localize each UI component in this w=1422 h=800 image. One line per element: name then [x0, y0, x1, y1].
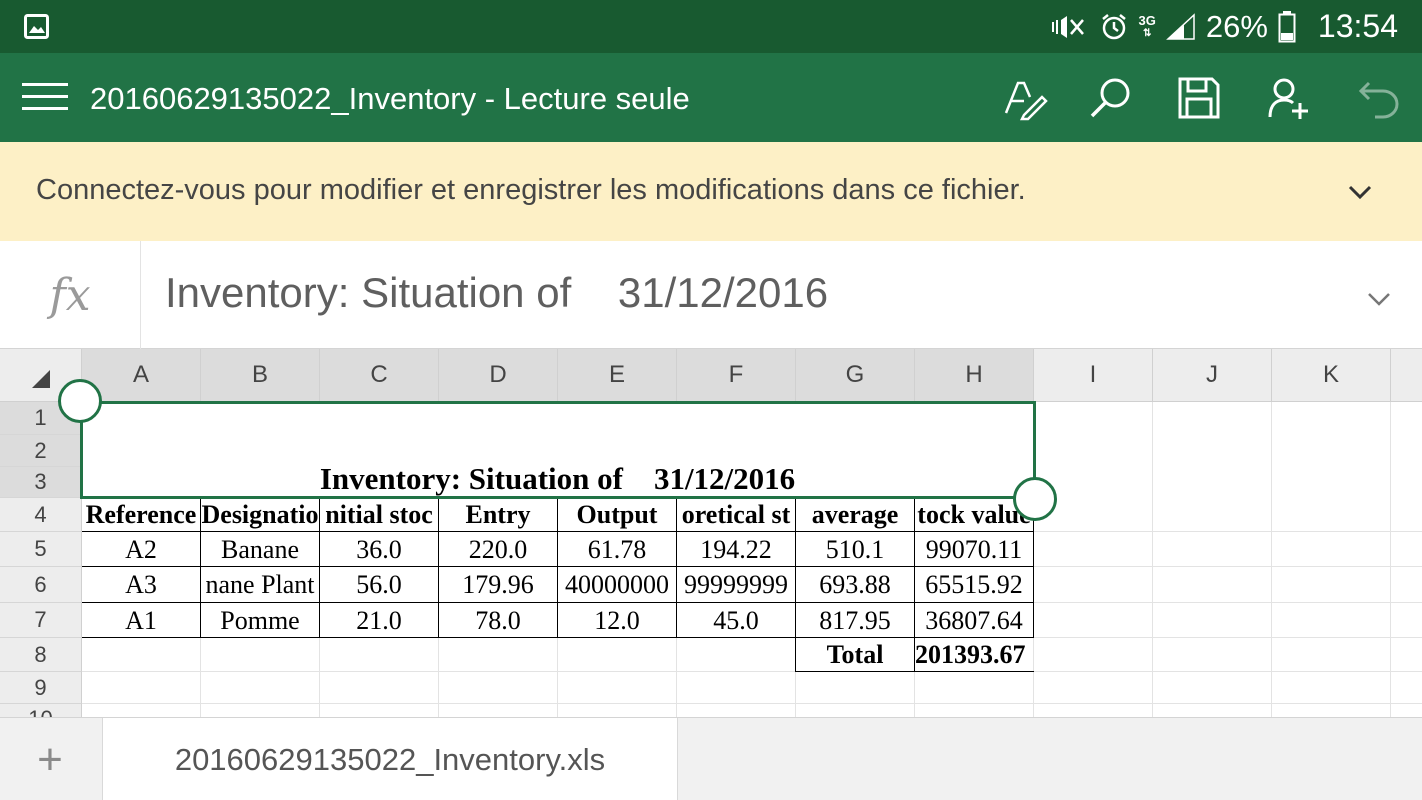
column-header[interactable]: G: [796, 349, 915, 402]
cell[interactable]: 179.96: [439, 567, 557, 603]
app-bar: 20160629135022_Inventory - Lecture seule: [0, 53, 1422, 142]
sheet-tab-active[interactable]: 20160629135022_Inventory.xls: [102, 718, 678, 800]
column-header[interactable]: H: [915, 349, 1034, 402]
formula-input[interactable]: Inventory: Situation of 31/12/2016: [165, 269, 828, 317]
cell[interactable]: 99070.11: [915, 532, 1033, 567]
cell[interactable]: A3: [82, 567, 200, 603]
undo-icon[interactable]: [1355, 75, 1401, 121]
edit-pen-icon[interactable]: [1002, 75, 1048, 121]
cell[interactable]: Banane: [201, 532, 319, 567]
search-icon[interactable]: [1088, 75, 1134, 121]
cell[interactable]: 45.0: [677, 603, 795, 638]
row-header[interactable]: 10: [0, 704, 82, 717]
column-header[interactable]: J: [1153, 349, 1272, 402]
cell[interactable]: nane Plant: [201, 567, 319, 603]
row-header[interactable]: 6: [0, 567, 82, 603]
row-header[interactable]: 9: [0, 672, 82, 704]
column-header[interactable]: E: [558, 349, 677, 402]
cell[interactable]: 12.0: [558, 603, 676, 638]
share-person-icon[interactable]: [1266, 75, 1312, 121]
cell[interactable]: A1: [82, 603, 200, 638]
mute-icon: [1049, 12, 1089, 42]
column-header[interactable]: K: [1272, 349, 1391, 402]
row-header[interactable]: 8: [0, 638, 82, 672]
cell[interactable]: 817.95: [796, 603, 914, 638]
cell[interactable]: 99999999: [677, 567, 795, 603]
gridline: [1152, 402, 1153, 717]
cell[interactable]: Pomme: [201, 603, 319, 638]
row-header[interactable]: 7: [0, 603, 82, 638]
cell[interactable]: 21.0: [320, 603, 438, 638]
cell[interactable]: 56.0: [320, 567, 438, 603]
document-title: 20160629135022_Inventory - Lecture seule: [90, 81, 690, 116]
fx-icon[interactable]: fx: [0, 241, 141, 349]
signal-icon: [1165, 12, 1196, 41]
row-header[interactable]: 3: [0, 467, 82, 498]
read-only-message: Connectez-vous pour modifier et enregist…: [36, 174, 1026, 206]
selection-handle-end[interactable]: [1013, 477, 1057, 521]
gridline: [82, 671, 1422, 672]
chevron-down-icon[interactable]: [1346, 178, 1374, 206]
status-bar: 3G ⇅ 26% 13:54: [0, 0, 1422, 53]
cell[interactable]: Reference: [82, 498, 200, 532]
column-header[interactable]: B: [201, 349, 320, 402]
network-label: 3G: [1138, 12, 1156, 28]
row-header[interactable]: 4: [0, 498, 82, 532]
cell[interactable]: oretical st: [677, 498, 795, 532]
cell[interactable]: 40000000: [558, 567, 676, 603]
cell[interactable]: average: [796, 498, 914, 532]
column-header[interactable]: I: [1034, 349, 1153, 402]
selection-range: [80, 401, 1036, 499]
cell[interactable]: A2: [82, 532, 200, 567]
battery-percent: 26%: [1205, 8, 1268, 44]
alarm-icon: [1099, 12, 1129, 42]
cell[interactable]: nitial stoc: [320, 498, 438, 532]
gridline: [1390, 402, 1391, 717]
selection-handle-start[interactable]: [58, 379, 102, 423]
sheet-tabs-bar: + 20160629135022_Inventory.xls: [0, 717, 1422, 800]
battery-icon: [1278, 10, 1296, 43]
network-3g-icon: 3G ⇅: [1138, 12, 1156, 39]
cell[interactable]: 510.1: [796, 532, 914, 567]
cell[interactable]: 78.0: [439, 603, 557, 638]
menu-icon[interactable]: [22, 83, 68, 111]
formula-bar: fx Inventory: Situation of 31/12/2016: [0, 241, 1422, 349]
row-header[interactable]: 2: [0, 435, 82, 467]
message-bar: Connectez-vous pour modifier et enregist…: [0, 142, 1422, 241]
gridline: [82, 703, 1422, 704]
cell[interactable]: Total: [796, 638, 914, 672]
cell[interactable]: 36807.64: [915, 603, 1033, 638]
expand-formula-icon[interactable]: [1366, 285, 1392, 311]
column-header[interactable]: C: [320, 349, 439, 402]
cell[interactable]: 220.0: [439, 532, 557, 567]
column-header[interactable]: [1391, 349, 1422, 402]
column-header[interactable]: D: [439, 349, 558, 402]
cell[interactable]: 65515.92: [915, 567, 1033, 603]
row-header[interactable]: 5: [0, 532, 82, 567]
clock: 13:54: [1317, 8, 1398, 44]
cell[interactable]: Output: [558, 498, 676, 532]
cell[interactable]: 194.22: [677, 532, 795, 567]
cell[interactable]: 36.0: [320, 532, 438, 567]
add-sheet-button[interactable]: +: [0, 718, 100, 800]
cell[interactable]: Entry: [439, 498, 557, 532]
save-icon[interactable]: [1176, 75, 1222, 121]
gallery-icon: [24, 14, 49, 39]
cell[interactable]: 61.78: [558, 532, 676, 567]
gridline: [1271, 402, 1272, 717]
column-header[interactable]: F: [677, 349, 796, 402]
cell[interactable]: 693.88: [796, 567, 914, 603]
cell[interactable]: 201393.67: [915, 638, 1040, 672]
cell[interactable]: Designatio: [201, 498, 319, 532]
